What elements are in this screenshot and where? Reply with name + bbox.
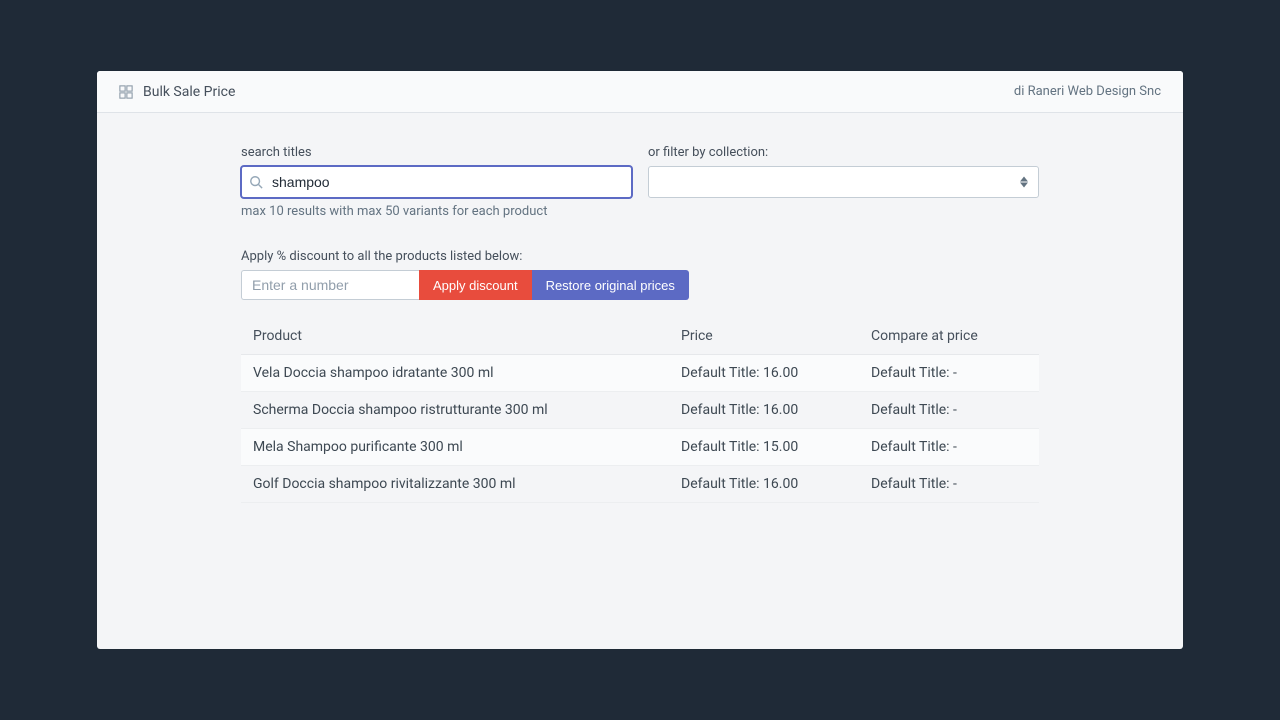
search-label: search titles (241, 145, 632, 160)
cell-price: Default Title: 16.00 (681, 365, 871, 381)
collection-label: or filter by collection: (648, 145, 1039, 160)
app-icon (119, 85, 133, 99)
col-header-price: Price (681, 328, 871, 344)
app-frame: Bulk Sale Price di Raneri Web Design Snc… (97, 71, 1183, 649)
discount-section: Apply % discount to all the products lis… (241, 249, 1039, 300)
cell-price: Default Title: 15.00 (681, 439, 871, 455)
search-col: search titles max 10 results with max 50… (241, 145, 632, 219)
cell-compare: Default Title: - (871, 476, 1027, 492)
table-header: Product Price Compare at price (241, 318, 1039, 355)
topbar: Bulk Sale Price di Raneri Web Design Snc (97, 71, 1183, 113)
discount-label: Apply % discount to all the products lis… (241, 249, 1039, 264)
filter-row: search titles max 10 results with max 50… (241, 145, 1039, 219)
cell-product: Scherma Doccia shampoo ristrutturante 30… (253, 402, 681, 418)
collection-col: or filter by collection: (648, 145, 1039, 198)
discount-row: Apply discount Restore original prices (241, 270, 1039, 300)
cell-product: Vela Doccia shampoo idratante 300 ml (253, 365, 681, 381)
page-title: Bulk Sale Price (143, 84, 235, 100)
cell-compare: Default Title: - (871, 365, 1027, 381)
col-header-compare: Compare at price (871, 328, 1027, 344)
search-hint: max 10 results with max 50 variants for … (241, 204, 632, 219)
table-row: Golf Doccia shampoo rivitalizzante 300 m… (241, 466, 1039, 503)
cell-price: Default Title: 16.00 (681, 476, 871, 492)
collection-select[interactable] (648, 166, 1039, 198)
cell-product: Golf Doccia shampoo rivitalizzante 300 m… (253, 476, 681, 492)
table-body: Vela Doccia shampoo idratante 300 mlDefa… (241, 355, 1039, 503)
table-row: Vela Doccia shampoo idratante 300 mlDefa… (241, 355, 1039, 392)
products-table: Product Price Compare at price Vela Docc… (241, 318, 1039, 503)
content: search titles max 10 results with max 50… (97, 113, 1183, 503)
chevron-up-down-icon (1020, 177, 1028, 188)
table-row: Mela Shampoo purificante 300 mlDefault T… (241, 429, 1039, 466)
vendor-label: di Raneri Web Design Snc (1014, 84, 1161, 99)
discount-input[interactable] (241, 270, 419, 300)
col-header-product: Product (253, 328, 681, 344)
restore-prices-button[interactable]: Restore original prices (532, 270, 689, 300)
cell-compare: Default Title: - (871, 439, 1027, 455)
cell-product: Mela Shampoo purificante 300 ml (253, 439, 681, 455)
cell-compare: Default Title: - (871, 402, 1027, 418)
apply-discount-button[interactable]: Apply discount (419, 270, 532, 300)
table-row: Scherma Doccia shampoo ristrutturante 30… (241, 392, 1039, 429)
search-input-wrap (241, 166, 632, 198)
topbar-left: Bulk Sale Price (119, 84, 235, 100)
search-icon (249, 175, 263, 189)
cell-price: Default Title: 16.00 (681, 402, 871, 418)
search-input[interactable] (241, 166, 632, 198)
